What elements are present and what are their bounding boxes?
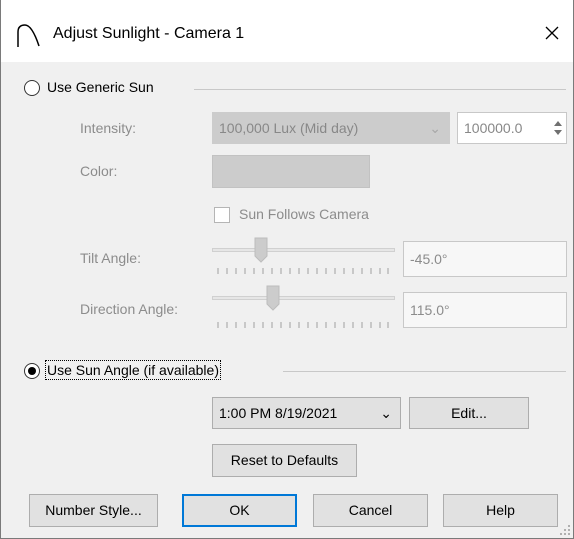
generic-sun-label[interactable]: Use Generic Sun [47,79,154,95]
intensity-preset-value: 100,000 Lux (Mid day) [219,120,359,136]
direction-angle-value: 115.0° [410,302,450,318]
tilt-angle-slider[interactable] [212,248,395,252]
chevron-down-icon: ⌄ [429,120,441,136]
intensity-label: Intensity: [80,120,137,136]
edit-button[interactable]: Edit... [409,397,529,429]
generic-sun-radio[interactable] [24,80,40,96]
edit-button-label: Edit... [451,405,487,421]
reset-defaults-button[interactable]: Reset to Defaults [212,444,357,477]
sun-angle-label[interactable]: Use Sun Angle (if available) [45,360,221,380]
number-style-label: Number Style... [45,502,142,518]
generic-sun-group-line [194,89,566,90]
direction-angle-slider-thumb[interactable] [266,285,280,311]
ok-button[interactable]: OK [182,494,297,527]
direction-angle-ticks [217,322,389,328]
number-style-button[interactable]: Number Style... [29,494,158,527]
intensity-value-stepper[interactable]: 100000.0 [457,112,567,144]
intensity-value: 100000.0 [464,120,523,136]
sun-angle-group-line [283,371,566,372]
intensity-preset-select[interactable]: 100,000 Lux (Mid day) ⌄ [212,112,450,144]
color-swatch[interactable] [212,155,370,188]
sun-follows-camera-checkbox[interactable] [214,207,230,223]
tilt-angle-slider-thumb[interactable] [254,237,268,263]
chevron-down-icon: ⌄ [380,405,392,421]
reset-defaults-label: Reset to Defaults [230,452,339,468]
ok-label: OK [229,502,250,518]
tilt-angle-value: -45.0° [410,251,448,267]
tilt-angle-ticks [217,268,389,274]
window-title: Adjust Sunlight - Camera 1 [53,25,245,42]
help-button[interactable]: Help [443,494,558,527]
direction-angle-label: Direction Angle: [80,301,179,317]
direction-angle-field[interactable]: 115.0° [403,292,567,328]
title-bar: Adjust Sunlight - Camera 1 [1,0,573,62]
tilt-angle-label: Tilt Angle: [80,250,141,266]
cancel-button[interactable]: Cancel [313,494,428,527]
close-icon[interactable] [537,18,567,48]
spinner-arrows-icon[interactable] [553,118,563,138]
resize-grip-icon[interactable] [559,524,571,536]
tilt-angle-field[interactable]: -45.0° [403,241,567,277]
direction-angle-slider[interactable] [212,296,395,300]
sun-datetime-value: 1:00 PM 8/19/2021 [219,405,338,421]
cancel-label: Cancel [348,502,393,518]
adjust-sunlight-dialog: Adjust Sunlight - Camera 1 Use Generic S… [0,0,574,539]
arch-icon [17,24,40,47]
sun-angle-radio[interactable] [24,363,40,379]
color-label: Color: [80,163,118,179]
help-label: Help [486,502,515,518]
sun-datetime-select[interactable]: 1:00 PM 8/19/2021 ⌄ [212,397,401,429]
sun-follows-camera-label[interactable]: Sun Follows Camera [239,206,369,222]
